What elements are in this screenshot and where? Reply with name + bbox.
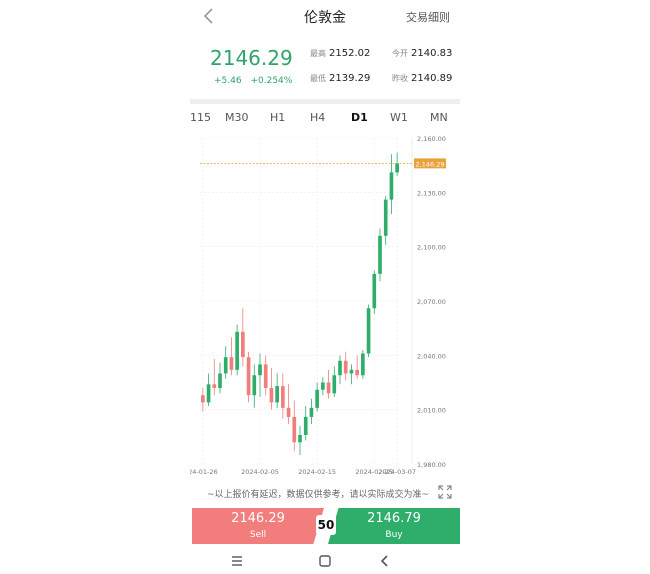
candle-body (298, 435, 302, 443)
system-nav-bar (190, 552, 460, 570)
tab-h4[interactable]: H4 (310, 111, 325, 124)
stat-low: 最低 2139.29 (310, 73, 370, 84)
x-tick-label: 2024-02-05 (241, 468, 279, 476)
candlestick-chart[interactable]: 2,160.00 2,130.00 2,100.00 2,070.00 2,040.00… (190, 130, 460, 480)
current-price: 2146.29 (210, 46, 293, 70)
stat-high: 最高 2152.02 (310, 48, 370, 59)
candle-body (303, 416, 308, 436)
stat-prev-close: 昨收 2140.89 (392, 73, 452, 84)
stat-open-label: 今开 (392, 49, 408, 58)
candle-body (212, 384, 217, 388)
candle-body (383, 199, 388, 236)
last-price-label: 2,146.29 (416, 160, 445, 168)
x-tick-label: 24-01-26 (190, 468, 218, 476)
change-value: +5.46 (214, 76, 242, 86)
buy-label: Buy (385, 530, 403, 540)
y-tick-label: 2,160.00 (417, 135, 446, 143)
y-tick-label: 2,010.00 (417, 407, 446, 415)
candle-body (258, 364, 262, 376)
tab-115[interactable]: 115 (190, 111, 211, 124)
price-change: +5.46 +0.254% (214, 76, 298, 86)
candle-body (229, 357, 234, 370)
candle-body (252, 375, 257, 396)
candle-body (315, 389, 319, 408)
timeframe-tabs: 115 M30 H1 H4 D1 W1 MN (190, 111, 460, 127)
trading-rules-link[interactable]: 交易细则 (406, 9, 450, 25)
stat-low-label: 最低 (310, 74, 326, 83)
x-tick-label: 2024-02-15 (298, 468, 336, 476)
candle-body (378, 235, 382, 274)
stat-prev-close-value: 2140.89 (411, 73, 453, 84)
sell-label: Sell (249, 530, 267, 540)
home-icon[interactable] (318, 554, 332, 568)
stat-high-label: 最高 (310, 49, 326, 58)
fullscreen-icon[interactable] (438, 485, 452, 499)
candle-body (372, 273, 377, 309)
sell-price: 2146.29 (231, 511, 285, 526)
y-tick-label: 2,130.00 (417, 189, 446, 197)
candle-body (275, 386, 279, 403)
candle-body (281, 386, 285, 408)
back-nav-icon[interactable] (378, 554, 392, 568)
stat-open-value: 2140.83 (411, 48, 453, 59)
candle-body (201, 395, 205, 403)
candle-body (343, 360, 348, 374)
candle-body (286, 407, 291, 417)
phone-screen: 伦敦金 交易细则 2146.29 +5.46 +0.254% 最高 2152.02… (190, 0, 460, 574)
delay-disclaimer: ~以上报价有延迟，数据仅供参考，请以实际成交为准~ (206, 490, 430, 500)
candle-body (206, 384, 211, 403)
candle-body (321, 382, 325, 390)
stat-open: 今开 2140.83 (392, 48, 452, 59)
candle-body (361, 353, 365, 376)
candle-body (326, 382, 331, 394)
candle-body (292, 416, 297, 443)
candle-body (269, 387, 274, 403)
candle-body (389, 172, 394, 200)
y-tick-label: 2,070.00 (417, 298, 446, 306)
section-divider (190, 99, 460, 104)
y-tick-label: 1,980.00 (417, 461, 446, 469)
candle-body (263, 364, 268, 388)
stat-low-value: 2139.29 (329, 73, 371, 84)
change-percent: +0.254% (250, 76, 293, 86)
candle-body (235, 331, 239, 370)
candle-body (338, 360, 342, 376)
candle-body (223, 357, 228, 374)
candle-body (332, 375, 337, 394)
candle-body (349, 369, 354, 374)
tab-d1[interactable]: D1 (351, 111, 368, 124)
candle-body (366, 308, 371, 354)
stat-prev-close-label: 昨收 (392, 74, 408, 83)
buy-price: 2146.79 (367, 511, 421, 526)
candle-body (218, 373, 222, 388)
menu-icon[interactable] (230, 554, 244, 568)
tab-mn[interactable]: MN (430, 111, 448, 124)
candle-body (246, 357, 251, 396)
y-tick-label: 2,100.00 (417, 244, 446, 252)
tab-h1[interactable]: H1 (270, 111, 285, 124)
spread-badge: 50 (316, 515, 336, 535)
stat-high-value: 2152.02 (329, 48, 371, 59)
x-tick-label: 2024-03-07 (378, 468, 416, 476)
buy-button[interactable]: 2146.79 Buy (328, 508, 460, 544)
header-bar: 伦敦金 交易细则 (190, 0, 460, 34)
sell-button[interactable]: 2146.29 Sell (192, 508, 324, 544)
candle-body (395, 163, 399, 173)
y-tick-label: 2,040.00 (417, 352, 446, 360)
tab-w1[interactable]: W1 (390, 111, 408, 124)
candle-body (355, 369, 359, 376)
tab-m30[interactable]: M30 (225, 111, 249, 124)
candle-body (241, 331, 245, 358)
candle-body (309, 407, 314, 417)
